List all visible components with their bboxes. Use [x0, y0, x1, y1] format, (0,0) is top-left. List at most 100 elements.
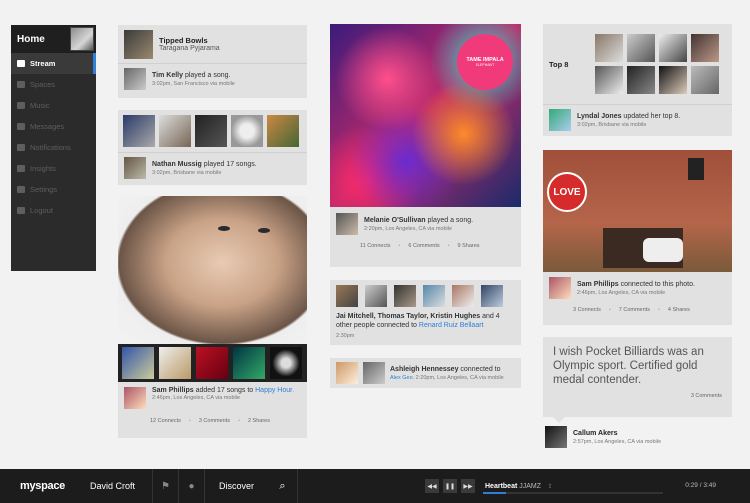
connected-user-link[interactable]: Renard Ruiz Bellaart	[419, 322, 484, 329]
avatar[interactable]	[481, 285, 503, 307]
avatar[interactable]	[124, 157, 146, 179]
song-title[interactable]: Tipped Bowls	[159, 36, 220, 45]
flag-icon[interactable]: ⚑	[152, 469, 178, 503]
sidebar-item-logout[interactable]: Logout	[11, 200, 96, 221]
sidebar-item-settings[interactable]: Settings	[11, 179, 96, 200]
avatar[interactable]	[659, 66, 687, 94]
shares-link[interactable]: 9 Shares	[458, 243, 480, 249]
avatar[interactable]	[124, 68, 146, 90]
playlist-link[interactable]: Happy Hour	[255, 387, 292, 394]
avatar[interactable]	[363, 362, 385, 384]
playback-time: 0:29 / 3:49	[685, 482, 716, 489]
avatar[interactable]	[336, 213, 358, 235]
myspace-logo[interactable]: myspace	[0, 480, 90, 492]
comments-link[interactable]: 3 Comments	[553, 393, 722, 399]
connects-link[interactable]: 3 Connects	[573, 307, 601, 313]
people-icon[interactable]: ●	[178, 469, 204, 503]
avatar[interactable]	[423, 285, 445, 307]
album-thumbnail[interactable]	[270, 347, 302, 379]
engagement-stats: 3 Connects • 7 Comments • 4 Shares	[573, 307, 690, 313]
avatar[interactable]	[627, 34, 655, 62]
user-name-button[interactable]: David Croft	[90, 481, 152, 491]
album-thumbnail[interactable]	[231, 115, 263, 147]
discover-link[interactable]: Discover	[204, 469, 268, 503]
activity-text: played 17 songs.	[201, 160, 257, 168]
sidebar-item-label: Insights	[30, 164, 56, 173]
avatar[interactable]	[549, 109, 571, 131]
shares-link[interactable]: 2 Shares	[248, 418, 270, 424]
shares-link[interactable]: 4 Shares	[668, 307, 690, 313]
user-name[interactable]: Tim Kelly	[152, 72, 183, 79]
room-photo[interactable]: LOVE	[543, 150, 732, 272]
activity-text: played a song.	[425, 216, 474, 224]
avatar[interactable]	[124, 387, 146, 409]
avatar[interactable]	[659, 34, 687, 62]
quote-text: I wish Pocket Billiards was an Olympic s…	[553, 346, 704, 386]
avatar[interactable]	[365, 285, 387, 307]
user-name[interactable]: Callum Akers	[573, 430, 661, 437]
activity-meta: 2:46pm, Los Angeles, CA via mobile	[577, 289, 666, 296]
user-name[interactable]: Nathan Mussig	[152, 161, 202, 168]
avatar[interactable]	[336, 285, 358, 307]
feed-card-nathan-mussig: Nathan Mussig played 17 songs. 3:02pm, B…	[118, 110, 307, 185]
user-name[interactable]: Sam Phillips	[152, 387, 194, 394]
messages-icon	[17, 123, 25, 130]
connects-link[interactable]: 12 Connects	[150, 418, 181, 424]
album-thumbnail[interactable]	[122, 347, 154, 379]
album-thumbnail[interactable]	[123, 115, 155, 147]
feed-card-tim-kelly: Tipped Bowls Taragana Pyjarama Tim Kelly…	[118, 25, 307, 98]
user-names[interactable]: Jai Mitchell, Thomas Taylor, Kristin Hug…	[336, 313, 480, 320]
album-thumbnail[interactable]	[267, 115, 299, 147]
comments-link[interactable]: 7 Comments	[619, 307, 650, 313]
album-thumbnail[interactable]	[195, 115, 227, 147]
album-thumbnail[interactable]	[159, 115, 191, 147]
album-thumbnail[interactable]	[196, 347, 228, 379]
search-icon[interactable]: ⌕	[268, 469, 299, 503]
avatar[interactable]	[70, 27, 94, 51]
now-playing[interactable]: Heartbeat JJAMZ	[485, 483, 541, 490]
avatar[interactable]	[336, 362, 358, 384]
user-name[interactable]: Lyndal Jones	[577, 113, 621, 120]
sidebar-item-music[interactable]: Music	[11, 95, 96, 116]
album-thumbnail[interactable]	[233, 347, 265, 379]
sidebar-item-spaces[interactable]: Spaces	[11, 74, 96, 95]
album-art[interactable]: TAME IMPALA ELEPHANT	[330, 24, 521, 207]
comments-link[interactable]: 3 Comments	[199, 418, 230, 424]
avatar[interactable]	[595, 34, 623, 62]
user-name[interactable]: Melanie O'Sullivan	[364, 217, 426, 224]
home-label[interactable]: Home	[17, 34, 45, 45]
notifications-icon	[17, 144, 25, 151]
song-artist[interactable]: Taragana Pyjarama	[159, 45, 220, 52]
feed-card-sam-phillips-photo: LOVE Sam Phillips connected to this phot…	[543, 150, 732, 325]
comments-link[interactable]: 6 Comments	[408, 243, 439, 249]
feed-card-top8: Top 8 Lyndal Jones updated her top 8. 3:…	[543, 24, 732, 136]
avatar[interactable]	[691, 34, 719, 62]
previous-button[interactable]: ◀◀	[425, 479, 439, 493]
sidebar-header[interactable]: Home	[11, 25, 96, 53]
avatar[interactable]	[549, 277, 571, 299]
sidebar-item-label: Stream	[30, 59, 56, 68]
connect-icon[interactable]: ⇪	[545, 481, 555, 491]
avatar[interactable]	[691, 66, 719, 94]
activity-meta: 3:02pm, Brisbane via mobile	[577, 121, 647, 128]
avatar[interactable]	[595, 66, 623, 94]
sidebar-item-stream[interactable]: Stream	[11, 53, 96, 74]
next-button[interactable]: ▶▶	[461, 479, 475, 493]
avatar[interactable]	[452, 285, 474, 307]
sidebar-item-notifications[interactable]: Notifications	[11, 137, 96, 158]
album-thumbnail[interactable]	[159, 347, 191, 379]
connects-link[interactable]: 11 Connects	[360, 243, 390, 249]
avatar[interactable]	[627, 66, 655, 94]
progress-bar[interactable]	[483, 492, 663, 494]
sidebar-item-messages[interactable]: Messages	[11, 116, 96, 137]
avatar[interactable]	[545, 426, 567, 448]
sidebar-item-insights[interactable]: Insights	[11, 158, 96, 179]
featured-photo[interactable]	[118, 196, 307, 344]
pause-button[interactable]: ❚❚	[443, 479, 457, 493]
user-name[interactable]: Sam Phillips	[577, 281, 619, 288]
user-name[interactable]: Ashleigh Hennessey	[390, 366, 458, 373]
feed-card-melanie: TAME IMPALA ELEPHANT Melanie O'Sullivan …	[330, 24, 521, 267]
avatar[interactable]	[394, 285, 416, 307]
connected-user-link[interactable]: Alex Geo	[390, 375, 413, 381]
album-thumbnail[interactable]	[124, 29, 153, 59]
